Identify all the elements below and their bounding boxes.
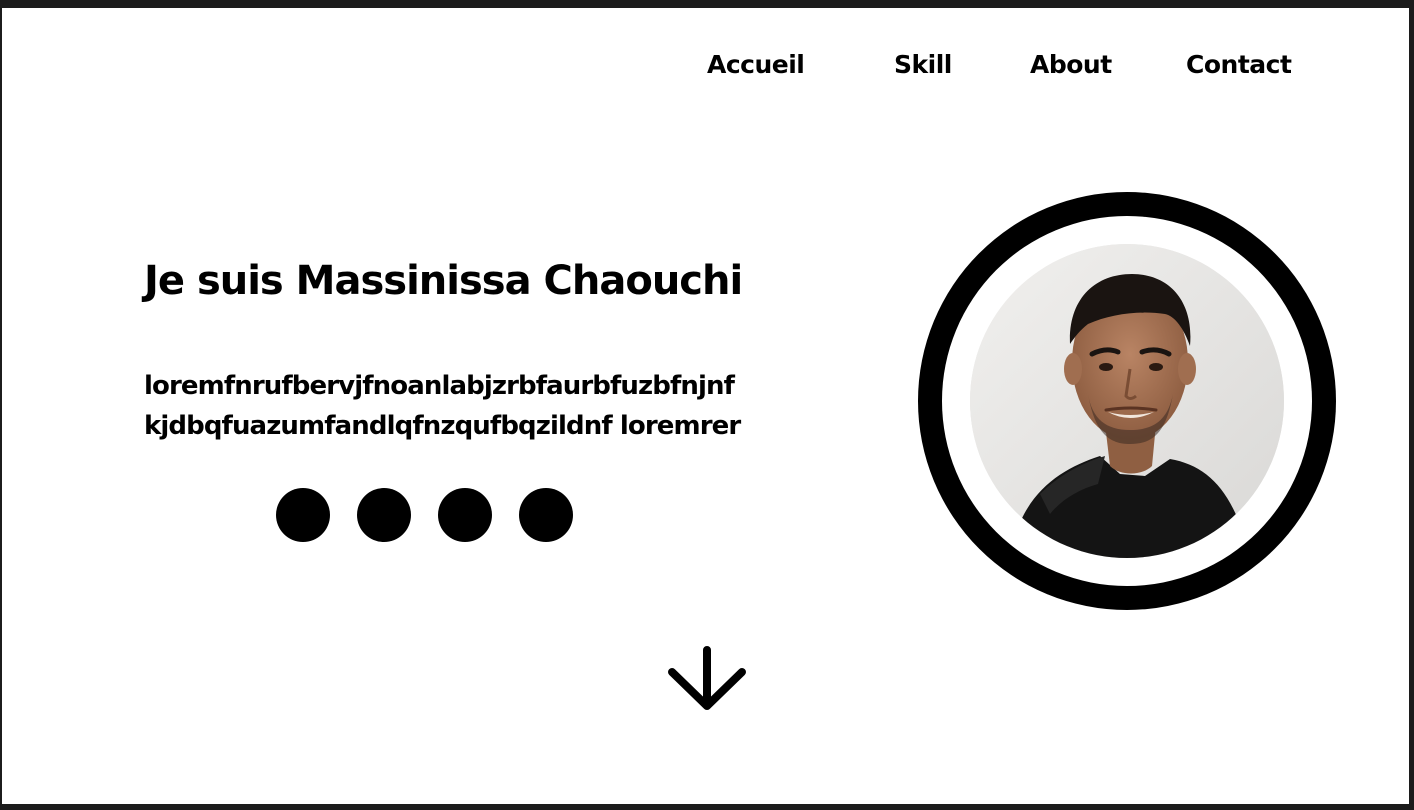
hero-description-line-2: kjdbqfuazumfandlqfnzqufbqzildnf loremrer bbox=[144, 411, 741, 441]
nav-about[interactable]: About bbox=[1030, 50, 1112, 79]
nav-accueil[interactable]: Accueil bbox=[707, 50, 805, 79]
top-nav: Accueil Skill About Contact bbox=[2, 50, 1409, 90]
hero-description-line-1: loremfnrufbervjfnoanlabjzrbfaurbfuzbfnjn… bbox=[144, 371, 735, 401]
profile-photo bbox=[970, 244, 1284, 558]
nav-contact[interactable]: Contact bbox=[1186, 50, 1292, 79]
nav-skill[interactable]: Skill bbox=[894, 50, 952, 79]
social-icon-3[interactable] bbox=[438, 488, 492, 542]
avatar bbox=[970, 244, 1284, 558]
avatar-frame bbox=[918, 192, 1336, 610]
social-icon-1[interactable] bbox=[276, 488, 330, 542]
hero-title: Je suis Massinissa Chaouchi bbox=[144, 258, 743, 304]
social-icon-4[interactable] bbox=[519, 488, 573, 542]
page: Accueil Skill About Contact Je suis Mass… bbox=[2, 8, 1409, 804]
hero-description: loremfnrufbervjfnoanlabjzrbfaurbfuzbfnjn… bbox=[144, 366, 804, 446]
social-icon-2[interactable] bbox=[357, 488, 411, 542]
arrow-down-icon[interactable] bbox=[666, 644, 748, 714]
